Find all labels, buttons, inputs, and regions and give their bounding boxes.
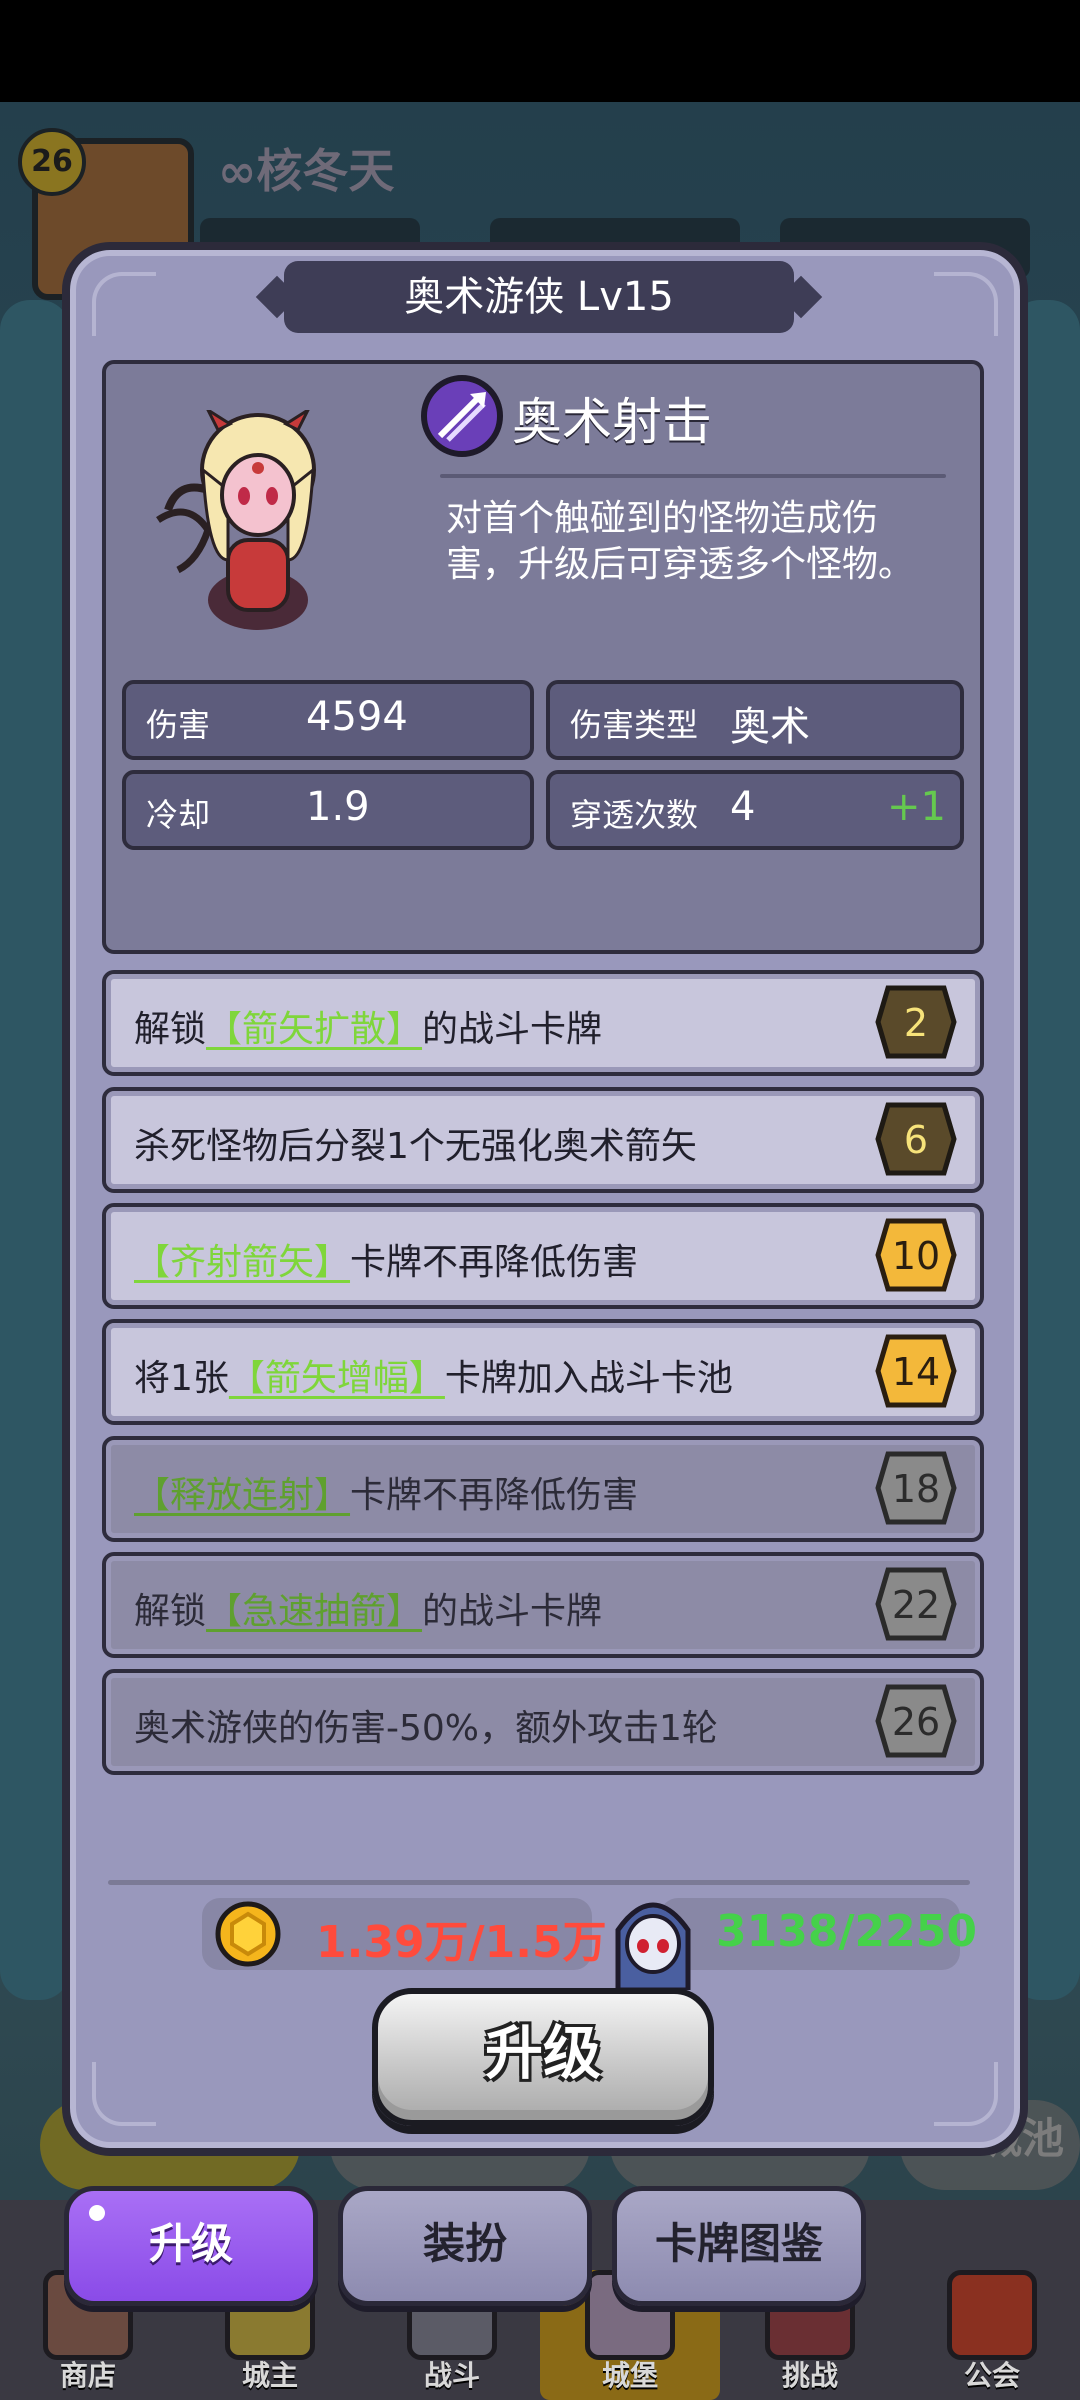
skill-divider: [440, 474, 946, 478]
stat-label: 冷却: [146, 796, 211, 834]
upgrade-description: 杀死怪物后分裂1个无强化奥术箭矢: [134, 1117, 697, 1169]
background-pillar: [0, 300, 70, 2000]
upgrade-description: 奥术游侠的伤害-50%，额外攻击1轮: [134, 1699, 718, 1751]
corner-ornament: [934, 2062, 998, 2126]
guild-icon: [947, 2270, 1037, 2360]
level-badge-icon: 14: [875, 1334, 957, 1408]
cost-divider: [108, 1880, 970, 1885]
level-number: 18: [892, 1467, 940, 1511]
level-badge-icon: 10: [875, 1218, 957, 1292]
card-link[interactable]: 【箭矢增幅】: [229, 1358, 445, 1399]
stat-pierce: 穿透次数 4 +1: [546, 770, 964, 850]
upgrade-text: 杀死怪物后分裂1个无强化奥术箭矢: [134, 1126, 697, 1167]
upgrade-text: 卡牌不再降低伤害: [350, 1475, 639, 1516]
tab-label: 装扮: [422, 2219, 507, 2268]
gold-coin-icon: [215, 1901, 281, 1967]
card-link[interactable]: 【齐射箭矢】: [134, 1242, 350, 1283]
stat-value: 1.9: [306, 784, 370, 830]
upgrade-text: 奥术游侠的伤害-50%，额外攻击1轮: [134, 1708, 718, 1749]
upgrade-row: 解锁【箭矢扩散】的战斗卡牌 2: [102, 970, 984, 1076]
upgrade-description: 【释放连射】卡牌不再降低伤害: [134, 1466, 638, 1518]
level-number: 22: [892, 1583, 940, 1627]
nav-label: 城主: [241, 2359, 298, 2392]
level-number: 10: [892, 1234, 940, 1278]
stat-damage: 伤害 4594: [122, 680, 534, 760]
gold-cost: 1.39万/1.5万: [316, 1917, 607, 1968]
tab-highlight-dot: [89, 2205, 105, 2221]
upgrade-text: 的战斗卡牌: [422, 1009, 603, 1050]
upgrade-button[interactable]: 升级: [372, 1988, 714, 2126]
upgrade-description: 【齐射箭矢】卡牌不再降低伤害: [134, 1233, 638, 1285]
stat-value: 奥术: [730, 704, 810, 750]
corner-ornament: [92, 272, 156, 336]
card-link[interactable]: 【急速抽箭】: [206, 1591, 422, 1632]
nav-label: 挑战: [781, 2359, 838, 2392]
upgrade-text: 卡牌不再降低伤害: [350, 1242, 639, 1283]
level-badge-icon: 22: [875, 1567, 957, 1641]
corner-ornament: [92, 2062, 156, 2126]
upgrade-description: 将1张【箭矢增幅】卡牌加入战斗卡池: [134, 1349, 733, 1401]
upgrade-description: 解锁【箭矢扩散】的战斗卡牌: [134, 1000, 602, 1052]
game-screen: { "background": { "player_level": "26", …: [0, 0, 1080, 2400]
level-badge-icon: 18: [875, 1451, 957, 1525]
exp-avatar-icon: [615, 1902, 691, 1990]
stat-value: 4: [730, 784, 756, 830]
card-link[interactable]: 【箭矢扩散】: [206, 1009, 422, 1050]
tab-card-collection[interactable]: 卡牌图鉴: [612, 2186, 866, 2306]
level-badge-icon: 2: [875, 985, 957, 1059]
upgrade-text: 解锁: [134, 1591, 207, 1632]
arcane-shot-icon: [421, 375, 503, 457]
player-name: ∞核冬天: [218, 135, 394, 201]
nav-label: 城堡: [601, 2359, 658, 2392]
level-badge-icon: 26: [875, 1684, 957, 1758]
upgrade-row: 【齐射箭矢】卡牌不再降低伤害 10: [102, 1203, 984, 1309]
infinity-badge: ∞: [218, 144, 257, 198]
player-level-badge: 26: [18, 128, 86, 196]
nav-label: 公会: [963, 2359, 1020, 2392]
upgrade-text: 卡牌加入战斗卡池: [444, 1358, 733, 1399]
upgrade-row: 奥术游侠的伤害-50%，额外攻击1轮 26: [102, 1669, 984, 1775]
tab-costume[interactable]: 装扮: [338, 2186, 592, 2306]
upgrade-row: 解锁【急速抽箭】的战斗卡牌 22: [102, 1552, 984, 1658]
tab-label: 升级: [148, 2219, 233, 2268]
nav-label: 商店: [59, 2359, 116, 2392]
corner-ornament: [934, 272, 998, 336]
nav-guild[interactable]: 公会: [912, 2270, 1072, 2400]
exp-cost: 3138/2250: [716, 1906, 977, 1957]
level-number: 6: [904, 1118, 928, 1162]
upgrade-description: 解锁【急速抽箭】的战斗卡牌: [134, 1582, 602, 1634]
upgrade-text: 的战斗卡牌: [422, 1591, 603, 1632]
card-link[interactable]: 【释放连射】: [134, 1475, 350, 1516]
tab-label: 卡牌图鉴: [654, 2219, 823, 2268]
level-number: 14: [892, 1350, 940, 1394]
level-number: 26: [892, 1700, 940, 1744]
skill-description: 对首个触碰到的怪物造成伤害，升级后可穿透多个怪物。: [446, 498, 915, 585]
upgrade-row: 杀死怪物后分裂1个无强化奥术箭矢 6: [102, 1087, 984, 1193]
upgrade-text: 将1张: [134, 1358, 229, 1399]
level-badge-icon: 6: [875, 1102, 957, 1176]
stat-label: 伤害类型: [570, 706, 699, 744]
stat-label: 穿透次数: [570, 796, 699, 834]
upgrade-text: 解锁: [134, 1009, 207, 1050]
skill-name: 奥术射击: [512, 393, 712, 451]
tab-upgrade[interactable]: 升级: [64, 2186, 318, 2306]
player-name-text: 核冬天: [256, 144, 395, 198]
dialog-title: 奥术游侠 Lv15: [284, 261, 794, 333]
stat-value: 4594: [306, 694, 408, 740]
stat-label: 伤害: [146, 706, 211, 744]
stat-cooldown: 冷却 1.9: [122, 770, 534, 850]
upgrade-row: 【释放连射】卡牌不再降低伤害 18: [102, 1436, 984, 1542]
hero-portrait: [156, 410, 316, 630]
upgrade-row: 将1张【箭矢增幅】卡牌加入战斗卡池 14: [102, 1319, 984, 1425]
stat-damage-type: 伤害类型 奥术: [546, 680, 964, 760]
stat-bonus: +1: [887, 784, 946, 830]
nav-label: 战斗: [423, 2359, 480, 2392]
level-number: 2: [904, 1001, 928, 1045]
